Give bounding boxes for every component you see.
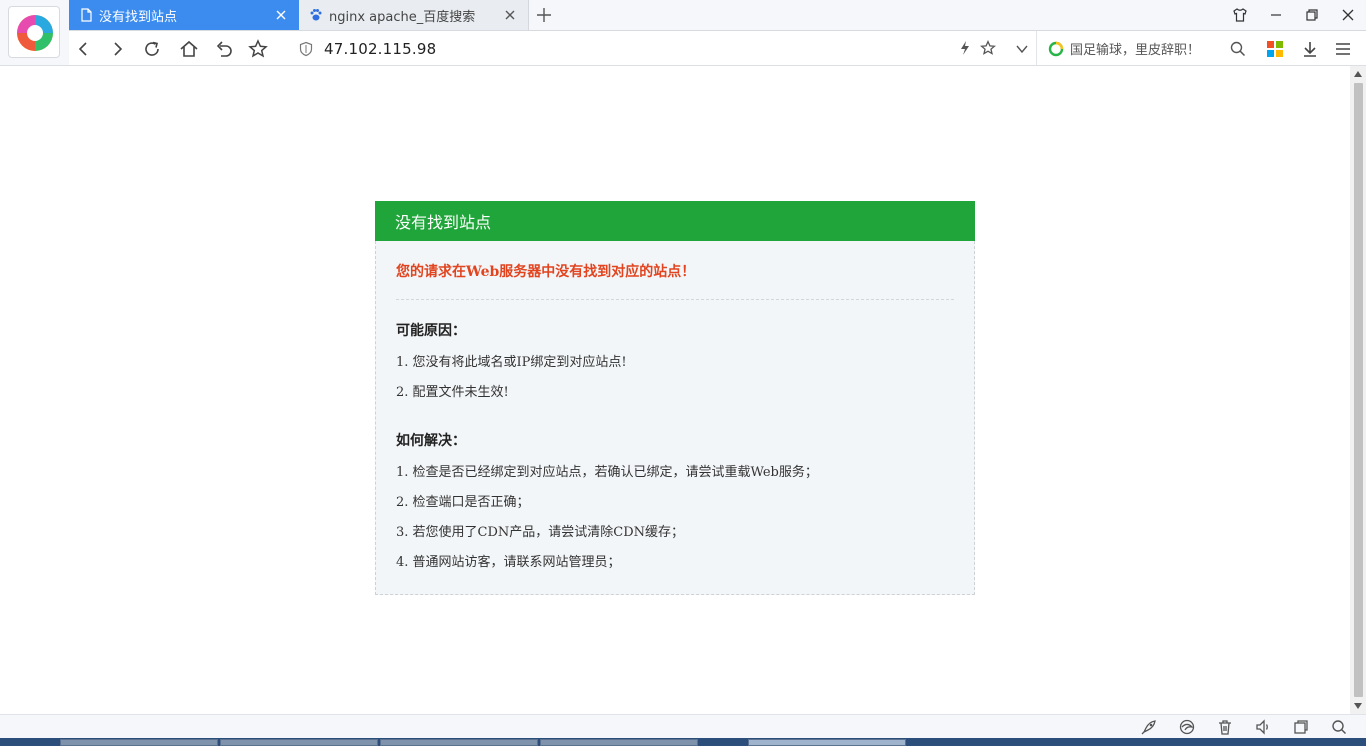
solutions-title: 如何解决： xyxy=(396,433,466,449)
window-controls xyxy=(1222,0,1366,30)
search-hint: 国足输球，里皮辞职！ xyxy=(1070,43,1201,58)
menu-icon xyxy=(1336,43,1350,55)
favorites-button[interactable] xyxy=(245,36,271,62)
chevron-right-icon xyxy=(114,42,123,56)
reason-item: 1. 您没有将此域名或IP绑定到对应站点! xyxy=(396,355,627,370)
undo-close-button[interactable] xyxy=(211,36,237,62)
document-icon xyxy=(81,8,92,22)
solution-item: 1. 检查是否已经绑定到对应站点，若确认已绑定，请尝试重载Web服务； xyxy=(396,465,818,480)
vertical-scrollbar[interactable] xyxy=(1350,66,1366,714)
apps-grid-icon xyxy=(1267,41,1283,57)
new-tab-button[interactable] xyxy=(529,0,559,30)
browser-logo[interactable] xyxy=(8,6,60,58)
back-button[interactable] xyxy=(71,36,97,62)
taskbar-item[interactable] xyxy=(540,739,698,746)
close-icon[interactable] xyxy=(502,7,518,23)
address-bar[interactable]: 47.102.115.98 xyxy=(286,35,1037,62)
os-taskbar xyxy=(0,738,1366,746)
home-button[interactable] xyxy=(176,36,202,62)
panel-body: 您的请求在Web服务器中没有找到对应的站点！ 可能原因： 1. 您没有将此域名或… xyxy=(375,241,975,595)
minimize-button[interactable] xyxy=(1258,0,1294,30)
search-box[interactable]: 国足输球，里皮辞职！ xyxy=(1038,31,1252,66)
apps-button[interactable] xyxy=(1262,36,1288,62)
star-icon xyxy=(248,39,268,58)
toolbar: 47.102.115.98 国足输球，里皮辞职！ xyxy=(69,30,1366,66)
minimize-icon xyxy=(1271,14,1281,16)
scroll-up-arrow-icon[interactable] xyxy=(1350,66,1366,82)
zoom-icon[interactable] xyxy=(1330,718,1348,736)
chevron-down-icon[interactable] xyxy=(1015,42,1029,56)
skin-button[interactable] xyxy=(1222,0,1258,30)
shirt-icon xyxy=(1233,8,1247,22)
rocket-icon[interactable] xyxy=(1140,718,1158,736)
lightning-icon[interactable] xyxy=(958,40,972,56)
taskbar-item[interactable] xyxy=(748,739,906,746)
tab-label: 没有找到站点 xyxy=(99,9,178,25)
browser-chrome: 没有找到站点 nginx apache_百度搜索 47.102.115.98 国… xyxy=(0,0,1366,66)
reasons-title: 可能原因： xyxy=(396,323,466,339)
restore-icon xyxy=(1306,9,1318,21)
status-bar xyxy=(0,714,1366,738)
browser-logo-icon xyxy=(17,15,53,51)
baidu-paw-icon xyxy=(310,9,322,21)
taskbar-item[interactable] xyxy=(220,739,378,746)
forward-button[interactable] xyxy=(104,36,130,62)
scrollbar-thumb[interactable] xyxy=(1354,83,1363,697)
download-icon xyxy=(1304,42,1316,57)
360-search-icon xyxy=(1048,41,1064,56)
shield-icon xyxy=(299,41,313,56)
reason-item: 2. 配置文件未生效! xyxy=(396,385,509,400)
search-icon[interactable] xyxy=(1230,41,1246,57)
volume-icon[interactable] xyxy=(1254,718,1272,736)
edge-icon[interactable] xyxy=(1178,718,1196,736)
solution-item: 3. 若您使用了CDN产品，请尝试清除CDN缓存； xyxy=(396,525,685,540)
taskbar-item[interactable] xyxy=(380,739,538,746)
restore-button[interactable] xyxy=(1294,0,1330,30)
refresh-icon xyxy=(145,41,159,56)
home-icon xyxy=(180,40,198,57)
address-separator xyxy=(1036,31,1037,66)
address-url: 47.102.115.98 xyxy=(324,39,437,58)
trash-icon[interactable] xyxy=(1216,718,1234,736)
undo-icon xyxy=(216,41,232,57)
menu-button[interactable] xyxy=(1330,36,1356,62)
status-icons xyxy=(1140,718,1348,736)
chevron-left-icon xyxy=(78,42,87,56)
download-button[interactable] xyxy=(1297,36,1323,62)
error-panel: 没有找到站点 您的请求在Web服务器中没有找到对应的站点！ 可能原因： 1. 您… xyxy=(375,201,975,595)
window-icon[interactable] xyxy=(1292,718,1310,736)
plus-icon xyxy=(537,8,551,22)
tab-strip: 没有找到站点 nginx apache_百度搜索 xyxy=(69,0,559,30)
close-icon xyxy=(1342,9,1354,21)
close-icon[interactable] xyxy=(273,7,289,23)
solution-item: 4. 普通网站访客，请联系网站管理员； xyxy=(396,555,621,570)
tab-baidu[interactable]: nginx apache_百度搜索 xyxy=(299,0,529,30)
error-message: 您的请求在Web服务器中没有找到对应的站点！ xyxy=(396,261,954,300)
panel-header: 没有找到站点 xyxy=(375,201,975,241)
tab-label: nginx apache_百度搜索 xyxy=(329,9,476,25)
bookmark-star-icon[interactable] xyxy=(980,40,996,56)
solution-item: 2. 检查端口是否正确； xyxy=(396,495,530,510)
close-window-button[interactable] xyxy=(1330,0,1366,30)
page-viewport: 没有找到站点 您的请求在Web服务器中没有找到对应的站点！ 可能原因： 1. 您… xyxy=(0,66,1350,714)
tab-active[interactable]: 没有找到站点 xyxy=(69,0,299,30)
taskbar-item[interactable] xyxy=(60,739,218,746)
refresh-button[interactable] xyxy=(139,36,165,62)
scroll-down-arrow-icon[interactable] xyxy=(1350,698,1366,714)
